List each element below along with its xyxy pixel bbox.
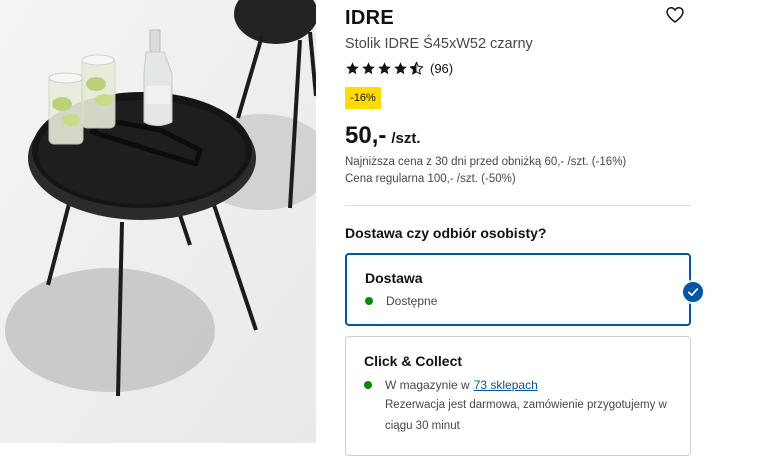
product-image[interactable] [0,0,316,443]
star-icon [378,62,391,75]
divider [345,205,691,206]
regular-price-note: Cena regularna 100,- /szt. (-50%) [345,173,516,185]
star-icon [362,62,375,75]
click-collect-status-text: W magazynie w [385,378,470,392]
check-icon [681,280,705,304]
delivery-status-text: Dostępne [386,294,438,308]
heart-icon[interactable] [665,5,685,25]
lowest-price-note: Najniższa cena z 30 dni przed obniżką 60… [345,156,627,168]
product-info-panel: IDRE Stolik IDRE Ś45xW52 czarny (96) -16… [345,0,705,456]
price: 50,- /szt. [345,122,421,150]
delivery-option-title: Dostawa [365,270,423,286]
delivery-status: Dostępne [365,294,437,308]
discount-badge: -16% [345,87,381,109]
rating[interactable]: (96) [345,61,453,76]
rating-count[interactable]: (96) [430,61,453,76]
star-icon [394,62,407,75]
click-collect-option-card[interactable]: Click & Collect W magazynie w 73 sklepac… [345,336,691,456]
product-description: Stolik IDRE Ś45xW52 czarny [345,36,533,52]
stores-link[interactable]: 73 sklepach [474,378,538,392]
star-icon [346,62,359,75]
click-collect-title: Click & Collect [364,353,463,369]
price-amount: 50,- [345,122,387,149]
delivery-option-card[interactable]: Dostawa Dostępne [345,253,691,326]
product-title: IDRE [345,7,394,29]
rating-stars [345,61,424,76]
status-dot-icon [364,381,372,389]
delivery-section-title: Dostawa czy odbiór osobisty? [345,225,547,241]
price-unit: /szt. [391,130,421,147]
half-star-icon [409,61,424,75]
status-dot-icon [365,297,373,305]
click-collect-status: W magazynie w 73 sklepach [364,378,538,392]
click-collect-note: Rezerwacja jest darmowa, zamówienie przy… [385,399,667,432]
